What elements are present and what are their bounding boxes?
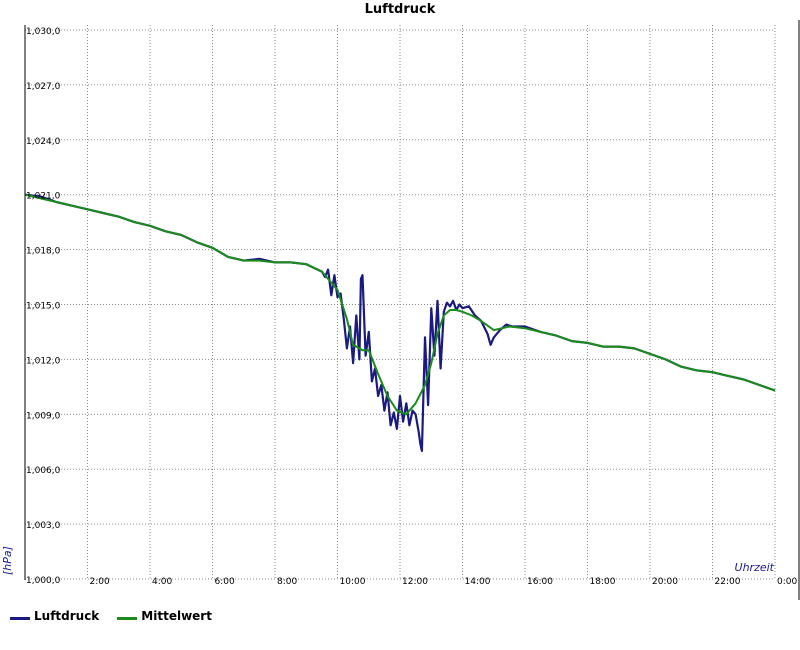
- y-tick-label: 1,015,0: [26, 302, 61, 312]
- x-tick-label: 6:00: [215, 577, 235, 587]
- y-tick-label: 1,006,0: [26, 466, 61, 476]
- y-tick-label: 1,030,0: [26, 27, 61, 37]
- y-axis-label: [hPa]: [1, 546, 14, 575]
- y-tick-label: 1,024,0: [26, 137, 61, 147]
- x-tick-label: 12:00: [402, 577, 428, 587]
- y-tick-labels: 1,000,0 1,003,0 1,006,0 1,009,0 1,012,0 1,015…: [26, 27, 61, 586]
- legend-item-mittelwert: Mittelwert: [117, 609, 212, 623]
- y-tick-label: 1,009,0: [26, 411, 61, 421]
- y-tick-label: 1,003,0: [26, 521, 61, 531]
- grid-lines: [25, 25, 776, 580]
- x-tick-label: 0:00: [777, 577, 797, 587]
- legend-swatch-mittelwert: [117, 616, 138, 620]
- y-tick-label: 1,018,0: [26, 247, 61, 257]
- x-tick-label: 18:00: [590, 577, 616, 587]
- x-axis-label: Uhrzeit: [735, 561, 775, 574]
- chart-title: Luftdruck: [365, 2, 436, 17]
- x-tick-label: 4:00: [152, 577, 172, 587]
- x-tick-label: 10:00: [340, 577, 366, 587]
- y-tick-label: 1,027,0: [26, 82, 61, 92]
- chart-canvas: Luftdruck 1,000,01,003,01,006,01,009,01,…: [1, 2, 800, 600]
- x-tick-label: 8:00: [277, 577, 297, 587]
- y-tick-label: 1,012,0: [26, 356, 61, 366]
- x-tick-label: 16:00: [527, 577, 553, 587]
- legend: Luftdruck Mittelwert: [10, 609, 212, 623]
- legend-item-luftdruck: Luftdruck: [10, 609, 99, 623]
- legend-swatch-luftdruck: [10, 616, 30, 620]
- x-tick-label: 2:00: [90, 577, 110, 587]
- x-tick-label: 14:00: [465, 577, 491, 587]
- x-tick-label: 20:00: [652, 577, 678, 587]
- legend-label-mittelwert: Mittelwert: [141, 609, 212, 623]
- y-tick-label: 1,000,0: [26, 576, 61, 586]
- y-tick-label: 1,021,0: [26, 192, 61, 202]
- x-tick-label: 22:00: [715, 577, 741, 587]
- legend-label-luftdruck: Luftdruck: [34, 609, 100, 623]
